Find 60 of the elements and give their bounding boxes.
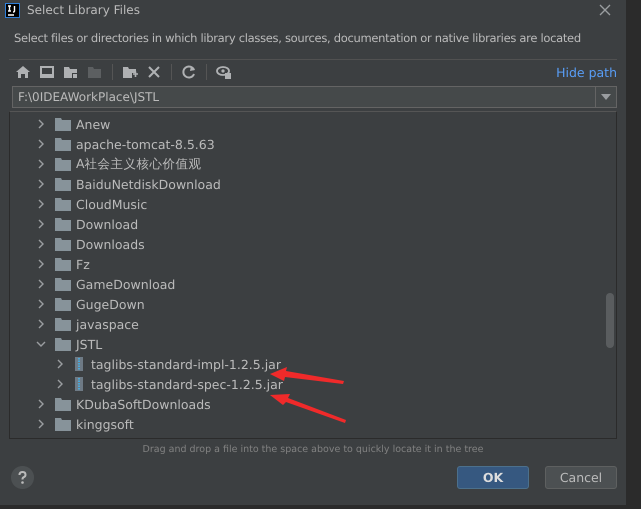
ok-button[interactable]: OK [457,466,529,489]
tree-item-label[interactable]: taglibs-standard-spec-1.2.5.jar [91,376,283,392]
folder-icon [55,298,71,310]
folder-icon [55,258,71,270]
folder-icon [55,218,71,230]
chevron-down-icon[interactable] [36,339,46,349]
dropdown-button[interactable] [595,86,617,108]
cancel-button[interactable]: Cancel [545,466,617,489]
tree-item-label[interactable]: Anew [76,116,110,132]
folder-icon [55,278,71,290]
hint-text: Drag and drop a file into the space above to quickly locate it in the tree [142,443,484,457]
tree-item-label[interactable]: BaiduNetdiskDownload [76,176,221,192]
chevron-right-icon[interactable] [36,259,46,269]
window-title: Select Library Files [27,3,140,17]
tree-item-label[interactable]: GameDownload [76,276,176,292]
chevron-right-icon[interactable] [36,319,46,329]
chevron-right-icon[interactable] [36,159,46,169]
caret-icon [601,94,611,100]
chevron-right-icon[interactable] [36,239,46,249]
archive-icon [74,377,84,391]
tree-item-label[interactable]: JSTL [76,336,102,352]
folder-icon [55,338,71,350]
folder-icon [55,178,71,190]
folder-icon [55,238,71,250]
folder-icon [55,318,71,330]
tree-item-label[interactable]: CloudMusic [76,196,148,212]
tree-item-label[interactable]: kinggsoft [76,416,134,432]
chevron-right-icon[interactable] [55,379,65,389]
archive-icon [74,357,84,371]
chevron-right-icon[interactable] [36,279,46,289]
chevron-right-icon[interactable] [36,139,46,149]
scrollbar-thumb[interactable] [606,293,614,348]
folder-icon [55,138,71,150]
chevron-right-icon[interactable] [36,419,46,429]
chevron-right-icon[interactable] [36,219,46,229]
chevron-right-icon[interactable] [36,399,46,409]
folder-icon [55,158,71,170]
tree-item-label[interactable]: Downloads [76,236,145,252]
folder-icon [55,198,71,210]
folder-icon [55,398,71,410]
tree-item-label[interactable]: javaspace [76,316,139,332]
tree-item-label[interactable]: GugeDown [76,296,145,312]
tree-item-label[interactable]: taglibs-standard-impl-1.2.5.jar [91,356,281,372]
tree-item-label[interactable]: A社会主义核心价值观 [76,156,202,172]
chevron-right-icon[interactable] [36,119,46,129]
chevron-right-icon[interactable] [36,299,46,309]
chevron-right-icon[interactable] [55,359,65,369]
tree-item-label[interactable]: Fz [76,256,90,272]
folder-icon [55,418,71,430]
tree-item-label[interactable]: apache-tomcat-8.5.63 [76,136,215,152]
path-field[interactable]: F:\0IDEAWorkPlace\JSTL [12,86,595,108]
folder-icon [55,118,71,130]
chevron-right-icon[interactable] [36,179,46,189]
app-logo-icon [5,2,20,18]
description-text: Select files or directories in which library classes, sources, documentation or native libraries are located [13,30,582,47]
tree-item-label[interactable]: Download [76,216,138,232]
tree-item-label[interactable]: KDubaSoftDownloads [76,396,211,412]
close-icon[interactable] [598,3,612,17]
hide-path-link[interactable]: Hide path [556,64,617,80]
chevron-right-icon[interactable] [36,199,46,209]
